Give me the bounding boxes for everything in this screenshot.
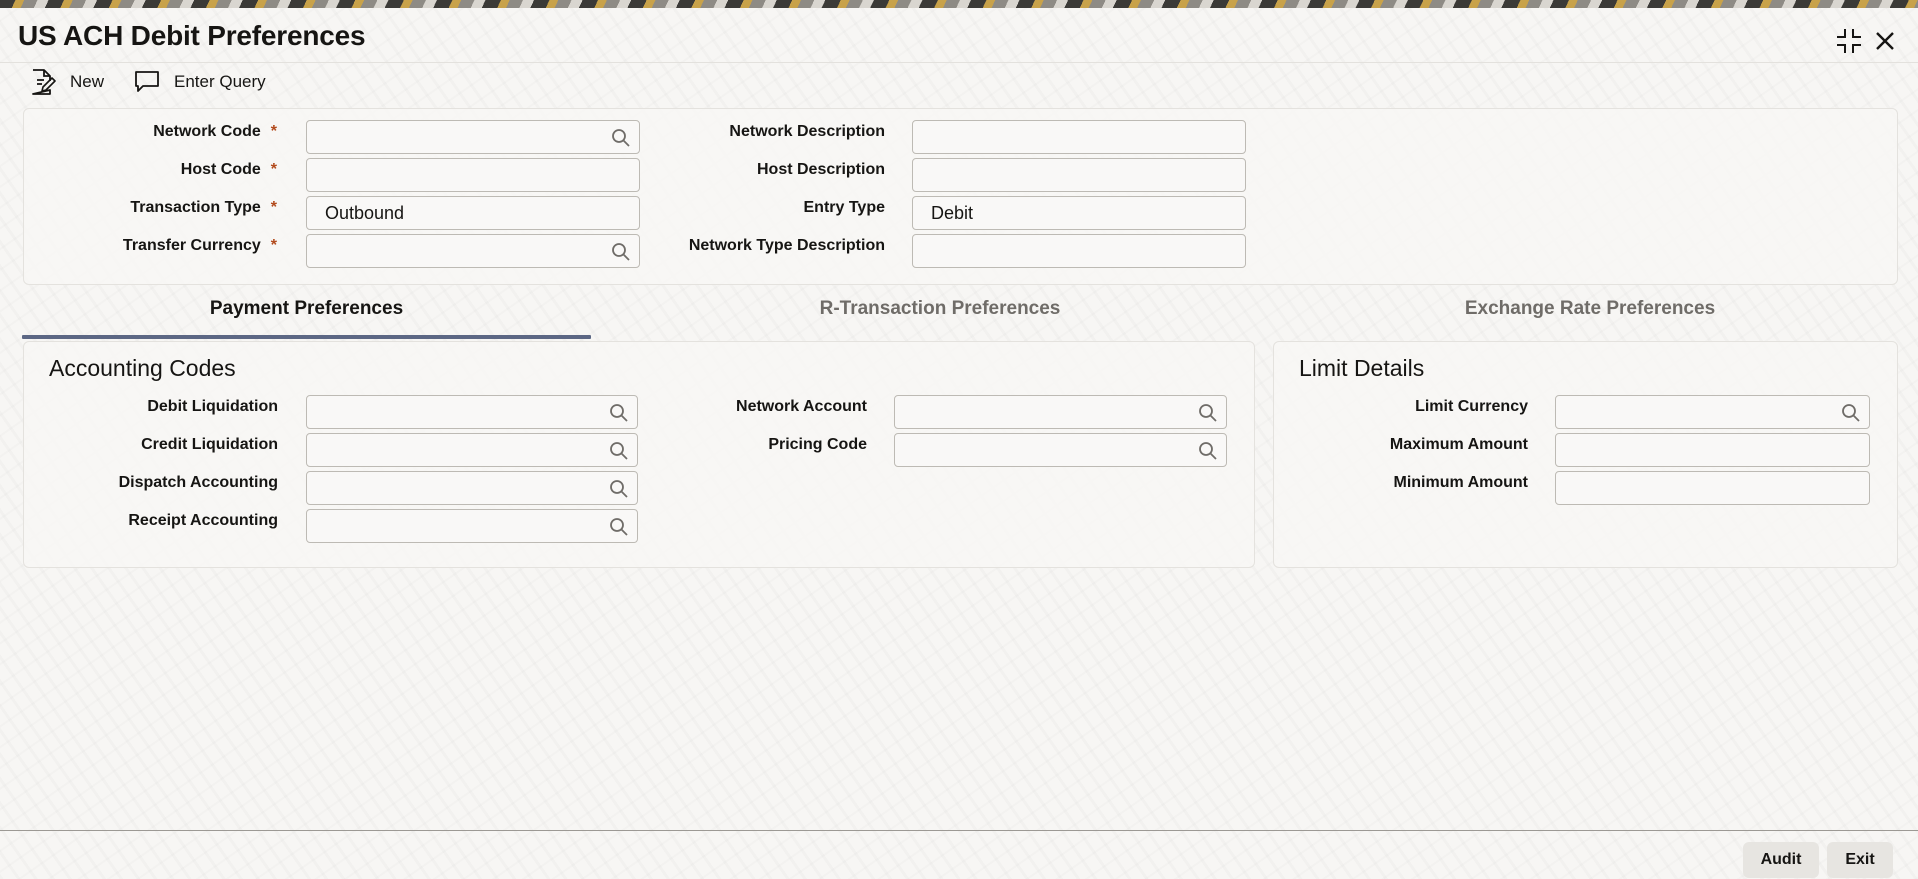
transaction-type-field[interactable]: Outbound [306,196,640,230]
pricing-code-field[interactable] [894,433,1227,467]
network-type-description-field[interactable] [912,234,1246,268]
search-icon[interactable] [609,441,629,461]
search-icon[interactable] [1198,441,1218,461]
maximum-amount-label: Maximum Amount [1389,436,1528,453]
close-icon[interactable] [1870,26,1900,56]
transaction-type-value: Outbound [325,203,405,223]
debit-liquidation-label: Debit Liquidation [147,398,278,415]
limit-currency-label: Limit Currency [1415,398,1528,415]
entry-type-value: Debit [931,203,974,223]
search-icon[interactable] [609,479,629,499]
enter-query-label: Enter Query [174,72,266,91]
network-code-label: Network Code * [153,123,277,140]
audit-button[interactable]: Audit [1743,842,1819,878]
host-code-label: Host Code * [180,161,277,178]
new-button-label: New [70,72,105,91]
debit-liquidation-field[interactable] [306,395,638,429]
decorative-banner [0,0,1918,8]
active-tab-indicator [22,335,591,339]
receipt-accounting-label: Receipt Accounting [128,512,278,529]
search-icon[interactable] [611,128,631,148]
entry-type-field[interactable]: Debit [912,196,1246,230]
speech-bubble-icon [134,69,160,95]
network-description-field[interactable] [912,120,1246,154]
minimum-amount-label: Minimum Amount [1393,474,1529,491]
exit-button[interactable]: Exit [1827,842,1893,878]
credit-liquidation-field[interactable] [306,433,638,467]
network-account-field[interactable] [894,395,1227,429]
page-title: US ACH Debit Preferences [18,20,366,51]
network-type-description-label: Network Type Description [688,237,885,254]
network-code-field[interactable] [306,120,640,154]
search-icon[interactable] [611,242,631,262]
entry-type-label: Entry Type [803,199,886,216]
new-document-icon [30,68,56,96]
transfer-currency-label: Transfer Currency * [122,237,277,254]
tab-exchange-rate-preferences[interactable]: Exchange Rate Preferences [1310,298,1870,320]
enter-query-button[interactable]: Enter Query [134,67,266,97]
credit-liquidation-label: Credit Liquidation [141,436,278,453]
transaction-type-label: Transaction Type * [130,199,277,216]
dispatch-accounting-label: Dispatch Accounting [118,474,278,491]
collapse-icon[interactable] [1834,26,1864,56]
limit-currency-field[interactable] [1555,395,1870,429]
new-button[interactable]: New [30,67,104,97]
title-divider [0,62,1918,63]
tab-payment-preferences[interactable]: Payment Preferences [22,298,591,320]
search-icon[interactable] [1841,403,1861,423]
host-description-field[interactable] [912,158,1246,192]
limit-details-title: Limit Details [1299,355,1425,381]
minimum-amount-field[interactable] [1555,471,1870,505]
network-description-label: Network Description [729,123,885,140]
network-account-label: Network Account [736,398,867,415]
accounting-codes-title: Accounting Codes [49,355,236,381]
transfer-currency-field[interactable] [306,234,640,268]
receipt-accounting-field[interactable] [306,509,638,543]
search-icon[interactable] [609,517,629,537]
dialog-window: US ACH Debit Preferences New Enter Query… [0,8,1918,879]
dispatch-accounting-field[interactable] [306,471,638,505]
pricing-code-label: Pricing Code [768,436,867,453]
host-description-label: Host Description [756,161,885,178]
footer-divider [0,830,1918,831]
maximum-amount-field[interactable] [1555,433,1870,467]
search-icon[interactable] [609,403,629,423]
search-icon[interactable] [1198,403,1218,423]
tab-r-transaction-preferences[interactable]: R-Transaction Preferences [660,298,1220,320]
host-code-field[interactable] [306,158,640,192]
